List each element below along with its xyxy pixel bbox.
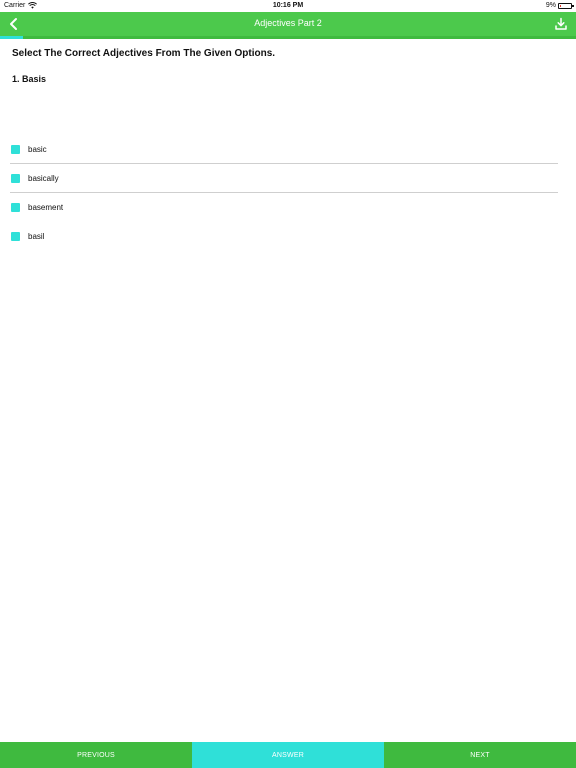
battery-level: [560, 4, 561, 7]
clock: 10:16 PM: [272, 2, 304, 9]
battery-icon: [558, 2, 574, 9]
status-bar: Carrier 10:16 PM 9%: [0, 0, 576, 12]
option-bullet-icon: [11, 145, 20, 154]
option-bullet-icon: [11, 174, 20, 183]
answer-option[interactable]: basement: [0, 193, 576, 222]
page-title: Adjectives Part 2: [254, 18, 322, 28]
option-label: basic: [28, 145, 47, 154]
option-label: basically: [28, 174, 59, 183]
option-label: basil: [28, 232, 45, 241]
next-button[interactable]: NEXT: [384, 742, 576, 768]
navigation-bar: Adjectives Part 2: [0, 12, 576, 36]
quiz-instruction: Select The Correct Adjectives From The G…: [12, 48, 276, 59]
bottom-toolbar: PREVIOUS ANSWER NEXT: [0, 742, 576, 768]
previous-button[interactable]: PREVIOUS: [0, 742, 192, 768]
question-text: 1. Basis: [12, 74, 47, 84]
answer-options: basic basically basement basil: [0, 135, 576, 251]
quiz-progress-bar: [0, 36, 576, 39]
option-bullet-icon: [11, 232, 20, 241]
answer-option[interactable]: basic: [0, 135, 576, 164]
battery-indicator: 9%: [545, 2, 574, 9]
option-bullet-icon: [11, 203, 20, 212]
download-icon[interactable]: [554, 17, 568, 31]
quiz-progress-fill: [0, 36, 24, 39]
answer-option[interactable]: basically: [0, 164, 576, 193]
answer-option[interactable]: basil: [0, 222, 576, 251]
quiz-screen: Carrier 10:16 PM 9% Adjectives Part 2 Se…: [0, 0, 576, 768]
option-label: basement: [28, 203, 64, 212]
battery-percent: 9%: [545, 2, 556, 9]
answer-button[interactable]: ANSWER: [192, 742, 384, 768]
